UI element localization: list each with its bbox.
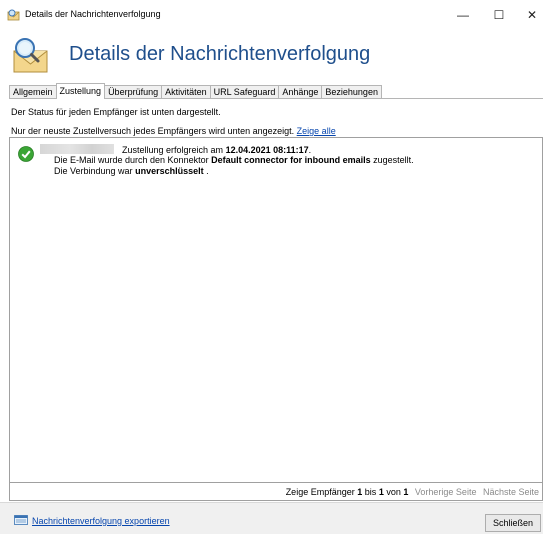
recipient-list[interactable]: Zustellung erfolgreich am 12.04.2021 08:… (9, 137, 543, 483)
tab-beziehungen[interactable]: Beziehungen (321, 85, 382, 99)
tab-url-safeguard[interactable]: URL Safeguard (209, 85, 280, 99)
connector-name: Default connector for inbound emails (211, 155, 371, 165)
dialog-footer: Nachrichtenverfolgung exportieren Schlie… (0, 502, 543, 534)
tab-bar: Allgemein Zustellung Überprüfung Aktivit… (9, 83, 382, 99)
page-title: Details der Nachrichtenverfolgung (69, 43, 371, 65)
pager-bar: Zeige Empfänger 1 bis 1 von 1 Vorherige … (9, 483, 543, 501)
pager-text: Zeige Empfänger 1 bis 1 von 1 Vorherige … (285, 487, 539, 497)
minimize-icon: — (457, 8, 469, 22)
envelope-magnifier-icon (13, 38, 48, 73)
close-button[interactable]: Schließen (485, 514, 541, 532)
previous-page-link[interactable]: Vorherige Seite (415, 487, 477, 497)
export-icon (14, 515, 28, 525)
check-circle-icon (18, 146, 34, 162)
connector-line: Die E-Mail wurde durch den Konnektor Def… (54, 155, 414, 165)
maximize-icon: ☐ (493, 8, 505, 22)
close-window-button[interactable]: ✕ (514, 0, 543, 30)
tab-zustellung[interactable]: Zustellung (55, 83, 106, 99)
status-description: Der Status für jeden Empfänger ist unten… (11, 107, 221, 117)
minimize-button[interactable]: — (445, 0, 481, 30)
tab-ueberpruefung[interactable]: Überprüfung (104, 85, 163, 99)
close-icon: ✕ (526, 8, 538, 22)
latest-attempt-note: Nur der neuste Zustellversuch jedes Empf… (11, 126, 336, 136)
delivery-line: Zustellung erfolgreich am 12.04.2021 08:… (34, 144, 311, 155)
tab-anhaenge[interactable]: Anhänge (278, 85, 323, 99)
tab-allgemein[interactable]: Allgemein (9, 85, 57, 99)
delivery-datetime: 12.04.2021 08:11:17 (225, 145, 309, 155)
tab-aktivitaeten[interactable]: Aktivitäten (161, 85, 211, 99)
next-page-link[interactable]: Nächste Seite (483, 487, 539, 497)
dialog-header: Details der Nachrichtenverfolgung (0, 30, 543, 80)
encryption-status: unverschlüsselt (135, 166, 204, 176)
envelope-magnifier-icon (7, 9, 20, 21)
redacted-recipient (40, 144, 114, 154)
window-title: Details der Nachrichtenverfolgung (25, 9, 161, 19)
maximize-button[interactable]: ☐ (481, 0, 517, 30)
latest-attempt-text: Nur der neuste Zustellversuch jedes Empf… (11, 126, 295, 136)
title-bar: Details der Nachrichtenverfolgung — ☐ ✕ (0, 0, 543, 30)
show-all-link[interactable]: Zeige alle (297, 126, 336, 136)
connection-line: Die Verbindung war unverschlüsselt . (54, 166, 209, 176)
export-tracking-link[interactable]: Nachrichtenverfolgung exportieren (32, 516, 170, 526)
